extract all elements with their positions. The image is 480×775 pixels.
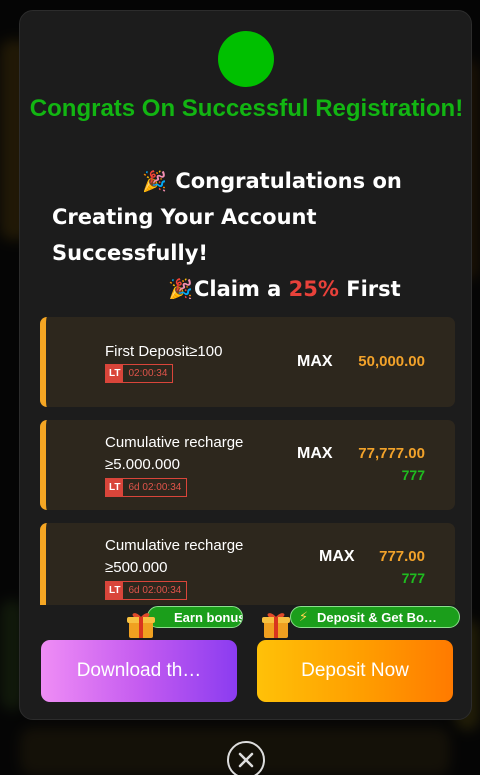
deposit-button-label: Deposit Now (301, 660, 409, 681)
max-value: 77,777.00 (358, 445, 425, 462)
download-button-label: Download th… (76, 660, 202, 681)
message-line-1: Congratulations on (175, 169, 402, 193)
countdown-timer: 6d 02:00:34 (128, 482, 182, 493)
offer-title: First Deposit≥100 (105, 343, 223, 360)
max-label: MAX (297, 445, 333, 462)
countdown-timer: 6d 02:00:34 (128, 585, 182, 596)
lt-tag: LT (106, 582, 124, 599)
message-line-3-suffix: First (338, 277, 401, 299)
offer-card[interactable]: Cumulative recharge ≥500.000 LT 6d 02:00… (40, 523, 455, 605)
message-line-2: Creating Your Account Successfully! (52, 205, 317, 265)
brand-logo (218, 31, 274, 87)
deposit-bonus-tag: ⚡ Deposit & Get Bo… (290, 606, 460, 628)
limited-time-badge: LT 6d 02:00:34 (105, 478, 188, 497)
earn-bonus-label: Earn bonus (174, 609, 243, 625)
close-button[interactable] (227, 741, 265, 775)
max-value: 50,000.00 (358, 353, 425, 370)
lt-tag: LT (106, 479, 124, 496)
popup-title: Congrats On Successful Registration! (29, 95, 464, 122)
max-label: MAX (297, 353, 333, 370)
bonus-value: 777 (401, 570, 425, 586)
message-line-3-highlight: 25% (288, 277, 339, 299)
limited-time-badge: LT 6d 02:00:34 (105, 581, 188, 600)
earn-bonus-tag: Earn bonus (147, 606, 243, 628)
party-popper-icon: 🎉 (142, 169, 167, 193)
countdown-timer: 02:00:34 (128, 368, 168, 379)
deposit-bonus-label: Deposit & Get Bo… (317, 609, 437, 625)
gift-icon (262, 613, 290, 638)
message-line-3-prefix: Claim a (194, 277, 289, 299)
deposit-now-button[interactable]: Deposit Now (257, 640, 453, 702)
offer-title: Cumulative recharge ≥5.000.000 (105, 434, 244, 473)
gift-icon (127, 613, 155, 638)
party-popper-icon: 🎉 (168, 277, 193, 299)
lightning-icon: ⚡ (299, 609, 309, 624)
max-value: 777.00 (379, 548, 425, 565)
lt-tag: LT (106, 365, 124, 382)
offer-card[interactable]: Cumulative recharge ≥5.000.000 LT 6d 02:… (40, 420, 455, 510)
offer-list[interactable]: First Deposit≥100 LT 02:00:34 MAX 50,000… (40, 317, 456, 605)
registration-success-modal: Congrats On Successful Registration! 🎉 C… (19, 10, 472, 720)
offer-card[interactable]: First Deposit≥100 LT 02:00:34 MAX 50,000… (40, 317, 455, 407)
download-app-button[interactable]: Download th… (41, 640, 237, 702)
close-icon (238, 752, 254, 768)
max-label: MAX (319, 548, 355, 565)
offer-title: Cumulative recharge ≥500.000 (105, 537, 244, 576)
popup-message: 🎉 Congratulations on Creating Your Accou… (52, 163, 432, 299)
limited-time-badge: LT 02:00:34 (105, 364, 174, 383)
bonus-value: 777 (401, 467, 425, 483)
